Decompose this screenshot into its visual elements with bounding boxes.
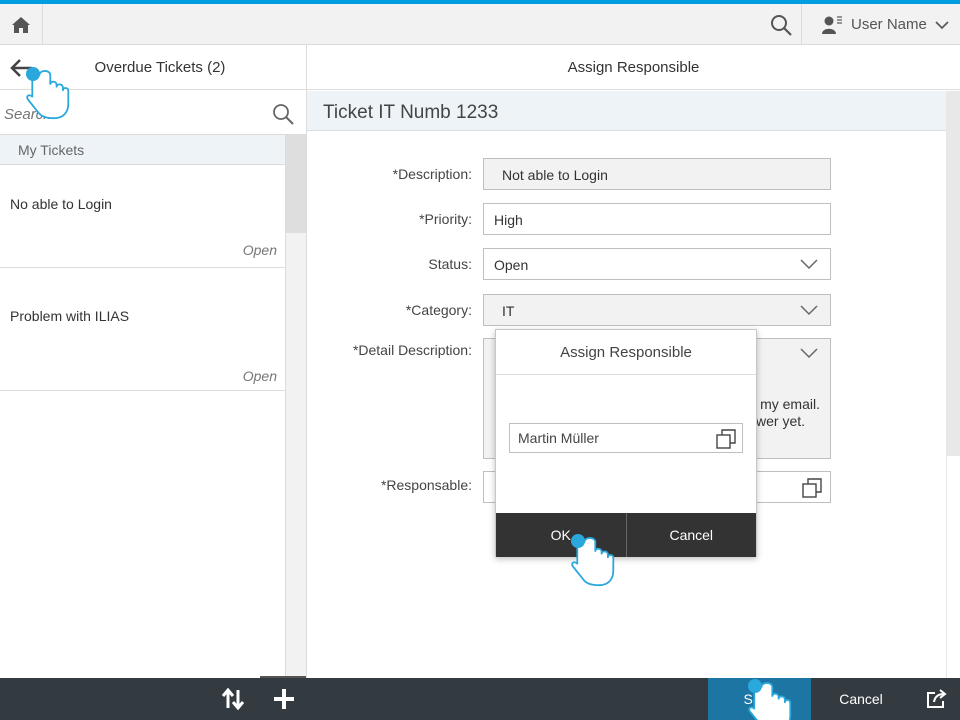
- dialog-title: Assign Responsible: [496, 330, 756, 375]
- value-help-icon[interactable]: [802, 478, 822, 498]
- category-select[interactable]: IT: [483, 294, 831, 326]
- footer-cancel-button[interactable]: Cancel: [811, 678, 911, 720]
- tap-hand-icon: [748, 679, 792, 720]
- sort-icon: [221, 688, 245, 710]
- detail-description-text: wer yet.: [756, 413, 806, 429]
- add-icon: [274, 689, 294, 709]
- category-value: IT: [502, 303, 515, 319]
- ticket-object-header: Ticket IT Numb 1233: [307, 91, 946, 131]
- description-value: Not able to Login: [502, 167, 608, 183]
- share-button[interactable]: [924, 686, 950, 712]
- dialog-footer: OK Cancel: [496, 513, 756, 557]
- responsible-input-value: Martin Müller: [518, 430, 599, 446]
- list-item-status: Open: [242, 368, 277, 384]
- tap-hand-icon: [571, 534, 615, 587]
- shell-search-button[interactable]: [760, 4, 802, 45]
- assign-responsible-dialog: Assign Responsible Martin Müller OK Canc…: [495, 329, 757, 557]
- tap-hand-icon: [26, 67, 70, 120]
- search-icon: [770, 14, 792, 36]
- chevron-down-icon[interactable]: [800, 304, 818, 316]
- list-group-header: My Tickets: [0, 135, 285, 165]
- home-button[interactable]: [0, 4, 43, 45]
- priority-field[interactable]: High: [483, 203, 831, 235]
- status-value: Open: [494, 257, 529, 273]
- list-item[interactable]: Problem with ILIAS Open: [0, 268, 285, 391]
- responsable-label: *Responsable:: [380, 477, 472, 493]
- user-menu[interactable]: User Name: [803, 4, 960, 45]
- add-button[interactable]: [271, 686, 297, 712]
- share-icon: [927, 689, 947, 708]
- sort-button[interactable]: [220, 686, 246, 712]
- category-label: *Category:: [405, 302, 472, 318]
- cancel-button[interactable]: Cancel: [625, 513, 757, 557]
- status-label: Status:: [428, 256, 472, 272]
- value-help-icon[interactable]: [716, 429, 736, 449]
- split-divider: [306, 45, 307, 678]
- chevron-down-icon: [935, 20, 949, 29]
- description-field: Not able to Login: [483, 158, 831, 190]
- description-label: *Description:: [392, 166, 472, 182]
- user-icon: [822, 15, 842, 34]
- footer-toolbar: Save Cancel: [0, 678, 960, 720]
- responsible-input[interactable]: Martin Müller: [509, 423, 743, 453]
- chevron-down-icon[interactable]: [800, 258, 818, 270]
- priority-label: *Priority:: [419, 211, 472, 227]
- search-icon[interactable]: [272, 103, 294, 125]
- list-item-title: No able to Login: [10, 196, 112, 212]
- detail-header: Assign Responsible: [307, 45, 960, 90]
- status-select[interactable]: Open: [483, 248, 831, 280]
- detail-description-text: my email.: [760, 396, 820, 412]
- detail-description-label: *Detail Description:: [352, 342, 472, 358]
- user-name: User Name: [851, 16, 927, 33]
- detail-scroll-thumb[interactable]: [947, 91, 960, 456]
- priority-value: High: [494, 212, 523, 228]
- shell-bar: User Name: [0, 4, 960, 45]
- chevron-down-icon[interactable]: [800, 347, 818, 359]
- home-icon: [12, 16, 30, 33]
- detail-header-title: Assign Responsible: [567, 59, 700, 76]
- ticket-title: Ticket IT Numb 1233: [323, 102, 499, 123]
